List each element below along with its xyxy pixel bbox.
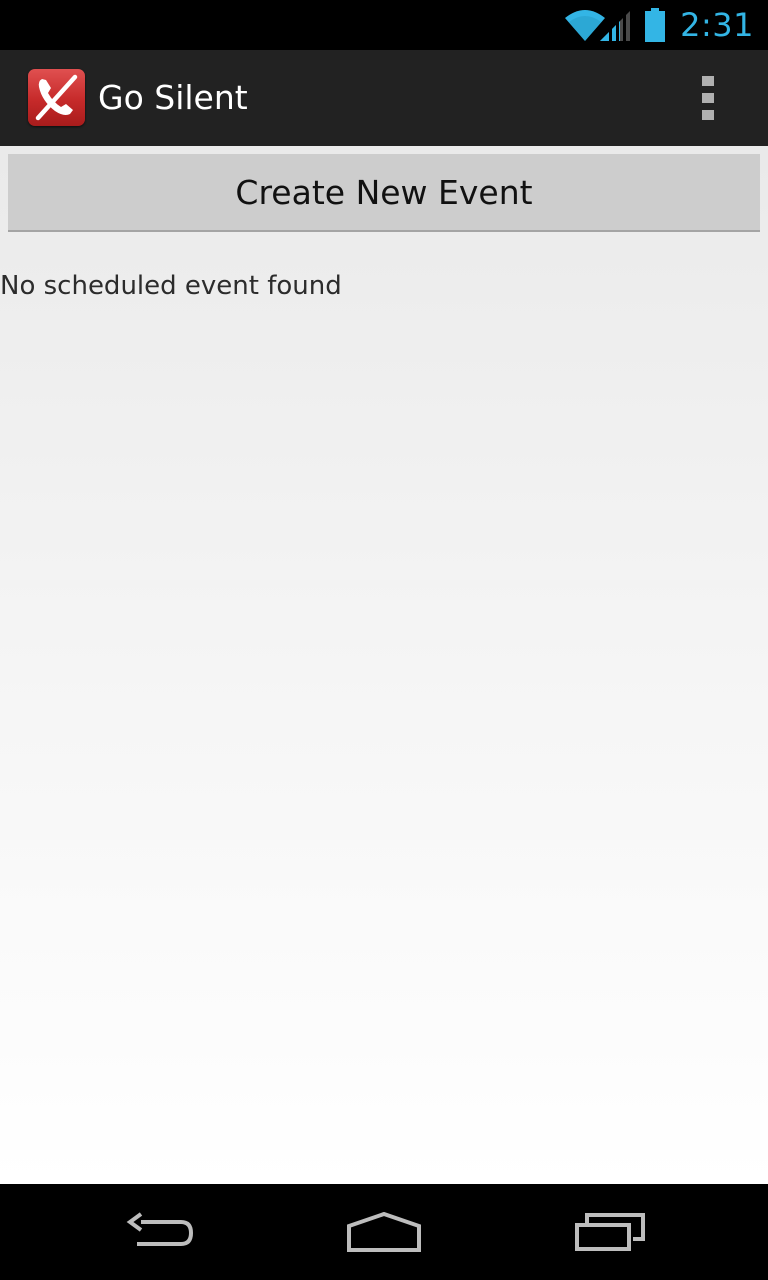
recents-icon	[575, 1213, 645, 1251]
back-button[interactable]	[85, 1184, 235, 1280]
battery-icon	[645, 8, 666, 42]
status-clock: 2:31	[680, 6, 754, 44]
home-icon	[347, 1212, 421, 1252]
status-icons: 2:31	[564, 0, 754, 50]
app-title: Go Silent	[98, 78, 248, 117]
status-bar: 2:31	[0, 0, 768, 50]
recents-button[interactable]	[535, 1184, 685, 1280]
back-icon	[126, 1212, 194, 1246]
overflow-dot	[702, 76, 714, 86]
action-bar: Go Silent	[0, 50, 768, 147]
empty-state-message: No scheduled event found	[0, 271, 342, 301]
create-new-event-button[interactable]: Create New Event	[8, 154, 760, 232]
signal-icon	[600, 11, 631, 42]
overflow-dot	[702, 110, 714, 120]
overflow-dot	[702, 93, 714, 103]
home-button[interactable]	[309, 1184, 459, 1280]
silent-phone-icon[interactable]	[28, 69, 85, 126]
navigation-bar	[0, 1184, 768, 1280]
overflow-menu-icon[interactable]	[678, 50, 738, 146]
main-content: Create New Event No scheduled event foun…	[0, 146, 768, 1184]
